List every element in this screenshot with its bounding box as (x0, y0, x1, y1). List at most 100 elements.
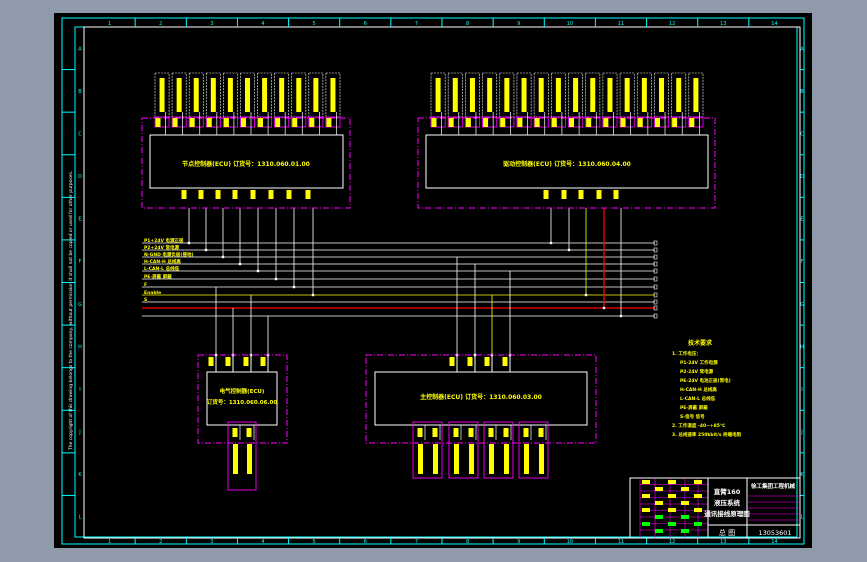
junction (567, 248, 571, 252)
pin-label (596, 190, 602, 199)
pin-label (603, 118, 609, 127)
note-line: H-CAN-H 总线高 (680, 386, 717, 393)
pin-label (578, 190, 584, 199)
note-line: S-信号 信号 (680, 413, 705, 420)
wire-label (418, 444, 423, 474)
wire-label (487, 78, 493, 112)
note-line: PE-屏蔽 屏蔽 (680, 404, 708, 411)
pin-label (268, 190, 274, 199)
pin-label (286, 190, 292, 199)
row-label: I (79, 387, 80, 393)
column-label: 3 (210, 21, 213, 27)
column-label: 14 (771, 539, 777, 545)
title-block-text (694, 480, 702, 484)
wire-label (641, 78, 647, 112)
pin-label (309, 118, 315, 127)
pin-label (250, 190, 256, 199)
pin-label (467, 357, 473, 366)
drawing-name: 液压系统 (714, 498, 741, 507)
pin-label (500, 118, 506, 127)
pin-label (432, 428, 438, 437)
note-line: 2. 工作温度 -40~+85℃ (672, 422, 726, 429)
cad-drawing-viewport[interactable]: 11223344556677889910101111121213131414A A… (0, 0, 867, 562)
column-label: 8 (466, 21, 469, 27)
column-label: 9 (517, 21, 520, 27)
pin-label (240, 118, 246, 127)
title-block-text (642, 508, 650, 512)
wire-label (233, 444, 238, 474)
junction (204, 248, 208, 252)
note-line: 1. 工作电压： (672, 350, 701, 357)
wire-label (607, 78, 613, 112)
pin-label (232, 190, 238, 199)
row-label: H (800, 344, 804, 350)
junction (292, 285, 296, 289)
note-line: L-CAN-L 总线低 (680, 395, 716, 402)
wire-label (279, 78, 285, 112)
pin-label (223, 118, 229, 127)
pin-label (502, 357, 508, 366)
pin-label (275, 118, 281, 127)
title-block-text (681, 501, 689, 505)
bus-label: P1+24V 电源正极 (144, 237, 184, 244)
pin-label (468, 428, 474, 437)
row-label: F (79, 259, 82, 265)
pin-label (232, 428, 238, 437)
column-label: 14 (771, 21, 777, 27)
bus-label: P2+24V 常电源 (144, 244, 180, 251)
pin-label (431, 118, 437, 127)
drawing-name: 直臂160 (714, 487, 741, 496)
module-order-bottom-left: 订货号：1310.060.06.00 (207, 398, 278, 406)
column-label: 11 (618, 539, 624, 545)
pin-label (305, 190, 311, 199)
title-block-text (668, 480, 676, 484)
row-label: F (801, 259, 804, 265)
title-block-text (642, 494, 650, 498)
junction (311, 293, 315, 297)
column-label: 5 (313, 539, 316, 545)
note-line: PE-24V 电池正极(常电) (680, 377, 731, 384)
pin-label (465, 118, 471, 127)
title-block-text (694, 508, 702, 512)
row-label: L (801, 515, 804, 521)
column-label: 11 (618, 21, 624, 27)
column-label: 5 (313, 21, 316, 27)
wire-label (435, 78, 441, 112)
wire-label (659, 78, 665, 112)
pin-label (534, 118, 540, 127)
wire-label (313, 78, 319, 112)
wire-label (159, 78, 165, 112)
pin-label (483, 118, 489, 127)
pin-label (613, 190, 619, 199)
note-line: P2-24V 常电源 (680, 368, 714, 375)
title-block-text (681, 515, 689, 519)
row-label: G (800, 302, 804, 308)
title-block-text (642, 480, 650, 484)
pin-label (258, 118, 264, 127)
drawing-name: 通讯接线原理图 (704, 509, 750, 518)
wire-label (539, 444, 544, 474)
title-block-text (694, 494, 702, 498)
bus-label: H-CAN-H 总线高 (144, 258, 181, 265)
pin-label (620, 118, 626, 127)
junction (256, 269, 260, 273)
pin-label (672, 118, 678, 127)
row-label: A (800, 46, 804, 52)
company-name: 徐工集团工程机械 (750, 482, 796, 490)
bus-label: S (144, 297, 147, 303)
wire-label (676, 78, 682, 112)
column-label: 10 (567, 21, 573, 27)
wire-label (330, 78, 336, 112)
column-label: 7 (415, 539, 418, 545)
module-title-bottom-right: 主控制器(ECU) 订货号：1310.060.03.00 (420, 393, 542, 401)
wire-label (521, 78, 527, 112)
wire-label (624, 78, 630, 112)
side-note: The copyright of this drawing belongs to… (68, 171, 74, 451)
column-label: 13 (720, 539, 726, 545)
bus-label: L-CAN-L 总线低 (144, 265, 180, 272)
pin-label (453, 428, 459, 437)
wire-label (247, 444, 252, 474)
pin-label (654, 118, 660, 127)
title-block-text (655, 529, 663, 533)
column-label: 4 (261, 539, 264, 545)
